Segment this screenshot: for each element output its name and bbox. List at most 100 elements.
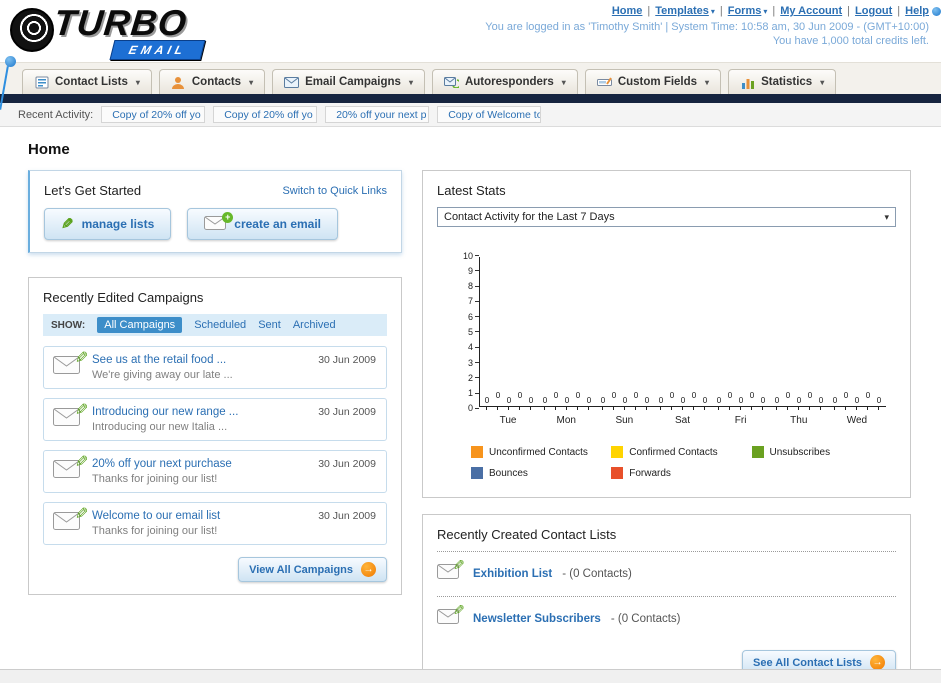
see-all-contact-lists-button[interactable]: See All Contact Lists — [741, 650, 896, 669]
chevron-down-icon — [407, 76, 413, 88]
recent-activity-item[interactable]: Copy of Welcome to — [437, 106, 542, 123]
y-axis-tick: 5 — [468, 327, 479, 337]
filter-all-campaigns[interactable]: All Campaigns — [97, 317, 183, 333]
envelope-plus-icon — [204, 211, 234, 233]
manage-lists-label: manage lists — [81, 217, 155, 231]
contact-list-item[interactable]: Exhibition List - (0 Contacts) — [437, 561, 896, 587]
campaign-row[interactable]: See us at the retail food ... We're givi… — [43, 346, 387, 389]
y-axis-tick: 8 — [468, 281, 479, 291]
x-axis-label: Fri — [734, 415, 747, 426]
nav-help-link[interactable]: Help — [905, 5, 929, 17]
contact-lists-panel: Recently Created Contact Lists Exhibitio… — [422, 514, 911, 669]
chart-value-label: 0 — [818, 396, 824, 405]
chevron-down-icon — [560, 76, 566, 88]
statistics-icon — [740, 75, 755, 89]
chart-value-label: 0 — [876, 396, 882, 405]
tab-label: Contact Lists — [55, 76, 128, 88]
nav-logout-link[interactable]: Logout — [855, 5, 892, 17]
campaign-subtitle: Thanks for joining our list! — [92, 525, 218, 537]
main-content: Home Let's Get Started Switch to Quick L… — [0, 127, 941, 669]
campaign-subtitle: Introducing our new Italia ... — [92, 421, 228, 433]
login-info: You are logged in as 'Timothy Smith' | S… — [485, 21, 929, 33]
legend-item: Confirmed Contacts — [611, 446, 751, 458]
recent-activity-item[interactable]: Copy of 20% off yo — [101, 106, 206, 123]
tab-label: Custom Fields — [617, 76, 698, 88]
chart-value-label: 0 — [691, 391, 697, 400]
contact-list-link[interactable]: Exhibition List — [473, 568, 552, 580]
y-axis-tick: 7 — [468, 296, 479, 306]
chevron-down-icon — [818, 76, 824, 88]
x-axis-ticks — [537, 407, 595, 410]
x-axis-label: Tue — [499, 415, 517, 426]
tab-custom-fields[interactable]: Custom Fields — [584, 69, 722, 94]
filter-sent[interactable]: Sent — [258, 319, 281, 331]
nav-my-account-link[interactable]: My Account — [780, 5, 842, 17]
latest-stats-title: Latest Stats — [437, 183, 506, 198]
logo-wordmark: TURBO — [51, 2, 190, 43]
footer-strip — [0, 669, 941, 683]
y-axis-tick: 10 — [463, 251, 479, 261]
tab-contact-lists[interactable]: Contact Lists — [22, 69, 152, 94]
view-all-campaigns-button[interactable]: View All Campaigns — [238, 557, 387, 582]
separator — [715, 5, 728, 17]
envelope-pencil-icon — [437, 609, 463, 629]
header-dot-decoration — [932, 7, 941, 16]
filter-archived[interactable]: Archived — [293, 319, 336, 331]
campaign-row[interactable]: 20% off your next purchase Thanks for jo… — [43, 450, 387, 493]
chart-value-label: 0 — [760, 396, 766, 405]
chart-value-label: 0 — [738, 396, 744, 405]
legend-label: Confirmed Contacts — [629, 446, 718, 458]
chart-value-label: 0 — [843, 391, 849, 400]
filter-scheduled[interactable]: Scheduled — [194, 319, 246, 331]
chart-group: 00000 — [828, 391, 886, 406]
campaign-date: 30 Jun 2009 — [318, 510, 376, 522]
create-email-button[interactable]: create an email — [187, 208, 338, 240]
chart-value-label: 0 — [575, 391, 581, 400]
chart-value-label: 0 — [622, 396, 628, 405]
manage-lists-button[interactable]: manage lists — [44, 208, 172, 240]
contact-list-item[interactable]: Newsletter Subscribers - (0 Contacts) — [437, 606, 896, 632]
legend-swatch — [611, 467, 624, 479]
tab-statistics[interactable]: Statistics — [728, 69, 837, 94]
tab-label: Contacts — [191, 76, 242, 88]
campaign-row[interactable]: Welcome to our email list Thanks for joi… — [43, 502, 387, 545]
tab-email-campaigns[interactable]: Email Campaigns — [272, 69, 425, 94]
chart-value-label: 0 — [611, 391, 617, 400]
tab-label: Email Campaigns — [305, 76, 401, 88]
stats-period-select[interactable]: Contact Activity for the Last 7 Days — [437, 207, 896, 227]
campaign-row[interactable]: Introducing our new range ... Introducin… — [43, 398, 387, 441]
chart-value-label: 0 — [680, 396, 686, 405]
email-campaigns-icon — [284, 75, 300, 89]
switch-quick-links-link[interactable]: Switch to Quick Links — [282, 185, 387, 197]
x-axis-label: Mon — [556, 415, 576, 426]
chart-group: 00000 — [770, 391, 828, 406]
recent-activity-bar: Recent Activity: Copy of 20% off yo Copy… — [0, 103, 941, 127]
see-all-contact-lists-label: See All Contact Lists — [752, 656, 862, 669]
autoresponders-icon — [443, 75, 459, 89]
contacts-icon — [171, 75, 186, 89]
chart-value-label: 0 — [586, 396, 592, 405]
chart-plot: 00000000000000000000000000000000000 — [479, 257, 886, 407]
tab-contacts[interactable]: Contacts — [158, 69, 266, 94]
separator — [642, 5, 655, 17]
nav-templates-link[interactable]: Templates — [655, 5, 709, 17]
recent-activity-item[interactable]: Copy of 20% off yo — [213, 106, 318, 123]
y-axis-tick: 9 — [468, 266, 479, 276]
recent-activity-item[interactable]: 20% off your next p — [325, 106, 430, 123]
pencil-icon — [75, 400, 88, 420]
chevron-down-icon — [884, 211, 889, 223]
tab-autoresponders[interactable]: Autoresponders — [431, 69, 578, 94]
pencil-icon — [453, 602, 465, 619]
pencil-icon — [61, 215, 74, 233]
chart-x-ticks — [479, 407, 886, 410]
chart-value-label: 0 — [528, 396, 534, 405]
nav-forms-link[interactable]: Forms — [728, 5, 762, 17]
chart-group: 00000 — [538, 391, 596, 406]
nav-home-link[interactable]: Home — [612, 5, 643, 17]
contact-list-link[interactable]: Newsletter Subscribers — [473, 613, 601, 625]
chevron-down-icon — [709, 5, 715, 17]
chart-value-label: 0 — [716, 396, 722, 405]
chart-y-axis: 10 9 8 7 6 5 4 3 2 1 0 — [453, 251, 479, 413]
x-axis-ticks — [595, 407, 653, 410]
chevron-down-icon — [247, 76, 253, 88]
